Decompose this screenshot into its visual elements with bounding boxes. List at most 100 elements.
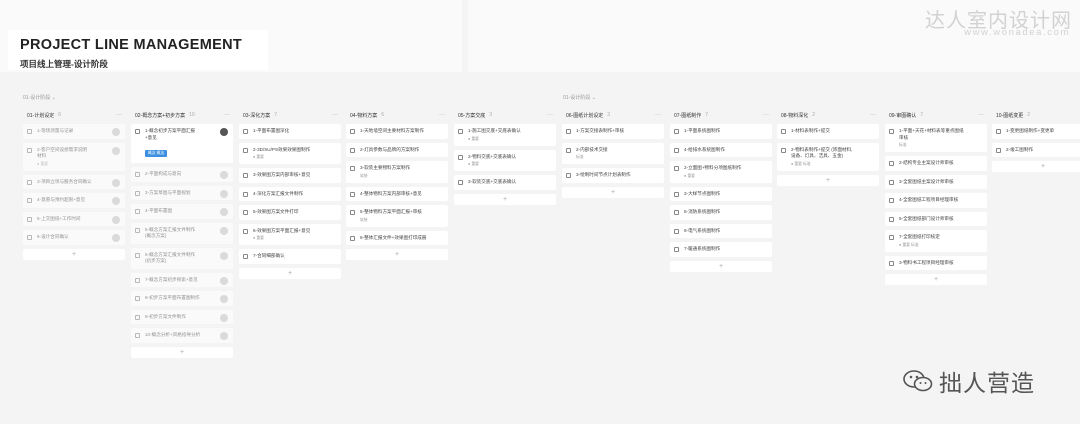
task-checkbox[interactable]	[781, 147, 786, 153]
avatar[interactable]	[112, 178, 120, 187]
avatar[interactable]	[220, 171, 228, 179]
task-checkbox[interactable]	[27, 147, 32, 153]
task-checkbox[interactable]	[243, 173, 248, 178]
task-checkbox[interactable]	[889, 260, 894, 266]
task-card[interactable]: 1-施工图交底+交底表确认 ● 重要	[454, 124, 556, 146]
task-checkbox[interactable]	[243, 191, 248, 197]
more-icon[interactable]: ···	[763, 112, 769, 118]
more-icon[interactable]: ···	[439, 112, 445, 118]
task-checkbox[interactable]	[781, 129, 786, 134]
task-checkbox[interactable]	[243, 210, 248, 215]
add-card-button[interactable]: +	[131, 346, 233, 358]
task-checkbox[interactable]	[674, 228, 679, 234]
task-checkbox[interactable]	[458, 129, 463, 134]
task-card[interactable]: 7-全套图纸打印核定 ● 重要 标准	[885, 230, 987, 252]
task-checkbox[interactable]	[889, 161, 894, 166]
add-card-button[interactable]: +	[239, 267, 341, 279]
task-checkbox[interactable]	[674, 147, 679, 153]
task-checkbox[interactable]	[243, 129, 248, 134]
task-checkbox[interactable]	[674, 191, 679, 197]
task-card[interactable]: 1-平面布置图深化	[239, 124, 341, 139]
task-card[interactable]: 2-灯具参数与品牌的方案制作	[346, 142, 448, 157]
task-checkbox[interactable]	[27, 129, 32, 134]
task-card[interactable]: 2-结构专业主案设计师审核	[885, 156, 987, 171]
task-card[interactable]: 3-物料书工程项目经理审核	[885, 255, 987, 270]
task-checkbox[interactable]	[243, 228, 248, 234]
task-card[interactable]: 3-方案草图与平面规划	[131, 185, 233, 200]
task-card[interactable]: 3-效果图方案内部审核+意见	[239, 168, 341, 183]
task-checkbox[interactable]	[350, 129, 355, 134]
task-checkbox[interactable]	[135, 252, 140, 258]
task-card[interactable]: 1-方案交接表制作+审核	[562, 124, 664, 139]
avatar[interactable]	[220, 295, 228, 303]
task-checkbox[interactable]	[889, 216, 894, 222]
avatar[interactable]	[112, 128, 120, 136]
task-checkbox[interactable]	[889, 129, 894, 134]
task-checkbox[interactable]	[27, 235, 32, 240]
avatar[interactable]	[112, 234, 120, 242]
task-checkbox[interactable]	[243, 147, 248, 153]
more-icon[interactable]: ···	[547, 112, 553, 118]
task-card[interactable]: 2-竣工图制作	[992, 142, 1080, 157]
task-checkbox[interactable]	[996, 129, 1001, 134]
task-card[interactable]: 3-项目立项与服务合同确认	[23, 174, 125, 189]
task-card[interactable]: 4-平面布置图	[131, 204, 233, 219]
task-card[interactable]: 2-物料表制作+提交 (饰面材料, 设备、灯具、洁具、五金) ● 重要 标准	[777, 142, 879, 171]
task-card[interactable]: 2-3D/SU/PS效果效果图制作 ● 重要	[239, 142, 341, 164]
task-card[interactable]: 1-概念初步方案平面汇报 +意见 概念 概念	[131, 124, 233, 163]
task-card[interactable]: 1-平面系统图制作	[670, 124, 772, 139]
task-checkbox[interactable]	[135, 227, 140, 233]
add-card-button[interactable]: +	[777, 174, 879, 186]
task-card[interactable]: 8-初步方案平面布置图制作	[131, 291, 233, 306]
task-card[interactable]: 2-平面构成与意向	[131, 167, 233, 182]
avatar[interactable]	[220, 208, 228, 216]
task-card[interactable]: 4-给排水系统图制作	[670, 142, 772, 157]
task-checkbox[interactable]	[674, 247, 679, 252]
task-checkbox[interactable]	[350, 147, 355, 153]
task-card[interactable]: 1-材料表制作+提交	[777, 124, 879, 139]
task-checkbox[interactable]	[674, 166, 679, 171]
task-checkbox[interactable]	[350, 235, 355, 241]
avatar[interactable]	[220, 226, 228, 235]
task-card[interactable]: 1-变更图纸制作+变更单	[992, 124, 1080, 139]
add-card-button[interactable]: +	[23, 248, 125, 260]
more-icon[interactable]: ···	[332, 112, 338, 118]
task-card[interactable]: 10-概念分析+风格指导分析	[131, 328, 233, 343]
task-checkbox[interactable]	[350, 191, 355, 197]
task-checkbox[interactable]	[458, 154, 463, 160]
task-card[interactable]: 3-全套图纸主案设计师审核	[885, 174, 987, 189]
task-card[interactable]: 1-现场测量与记录	[23, 124, 125, 139]
task-card[interactable]: 1-平面+天花+材料表等重点图纸 审核 标准	[885, 124, 987, 152]
task-checkbox[interactable]	[135, 190, 140, 196]
task-checkbox[interactable]	[566, 147, 571, 153]
avatar[interactable]	[220, 313, 228, 322]
task-checkbox[interactable]	[135, 314, 140, 320]
task-checkbox[interactable]	[350, 210, 355, 215]
task-card[interactable]: 6-电气系统图制作	[670, 223, 772, 238]
task-checkbox[interactable]	[135, 333, 140, 338]
avatar[interactable]	[220, 276, 228, 285]
avatar[interactable]	[112, 146, 120, 155]
task-card[interactable]: 5-全套图纸部门设计师审核	[885, 211, 987, 226]
add-card-button[interactable]: +	[670, 260, 772, 272]
add-card-button[interactable]: +	[562, 186, 664, 198]
more-icon[interactable]: ···	[116, 112, 122, 118]
task-checkbox[interactable]	[889, 198, 894, 203]
task-checkbox[interactable]	[458, 180, 463, 185]
task-checkbox[interactable]	[350, 166, 355, 171]
task-card[interactable]: 5-整体物料方案平面汇报+审核 软装	[346, 205, 448, 227]
task-card[interactable]: 4-深化方案汇报文件制作	[239, 186, 341, 201]
add-card-button[interactable]: +	[885, 274, 987, 285]
task-card[interactable]: 2-内部技术交接 标准	[562, 142, 664, 164]
add-card-button[interactable]: +	[454, 193, 556, 205]
task-card[interactable]: 7-暖通系统图制作	[670, 242, 772, 257]
task-card[interactable]: 6-设计合同确认	[23, 230, 125, 245]
more-icon[interactable]: ···	[655, 112, 661, 118]
avatar[interactable]	[220, 189, 228, 198]
add-card-button[interactable]: +	[992, 161, 1080, 172]
add-card-button[interactable]: +	[346, 249, 448, 260]
task-card[interactable]: 5-消防系统图制作	[670, 205, 772, 220]
task-card[interactable]: 4-意愿与预约超限+意见	[23, 193, 125, 208]
task-card[interactable]: 3-软装主要物料方案制作 软装	[346, 161, 448, 183]
task-checkbox[interactable]	[674, 129, 679, 134]
